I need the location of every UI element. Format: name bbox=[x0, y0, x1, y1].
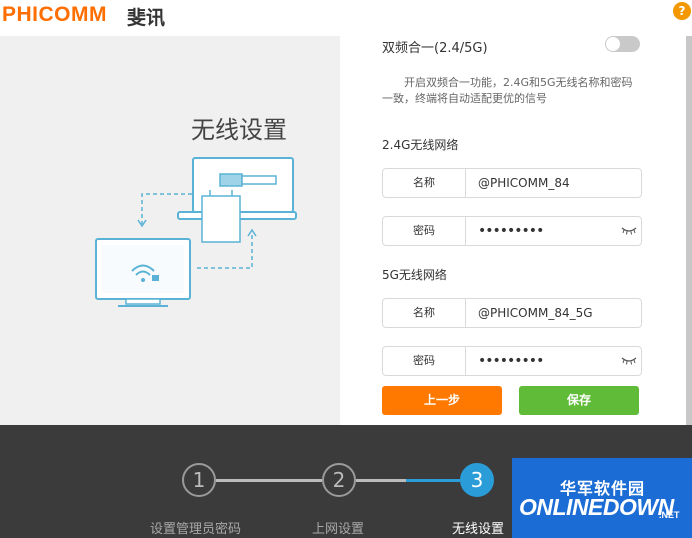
step-connector-2a bbox=[356, 479, 406, 482]
help-icon[interactable]: ? bbox=[673, 2, 691, 20]
scrollbar[interactable] bbox=[686, 36, 692, 425]
dual-band-toggle[interactable] bbox=[605, 36, 640, 52]
wireless-setup-illustration-icon bbox=[95, 157, 297, 307]
dual-band-description: 开启双频合一功能，2.4G和5G无线名称和密码一致，终端将自动适配更优的信号 bbox=[382, 76, 633, 105]
band5-ssid-label: 名称 bbox=[383, 299, 466, 327]
step-1-circle: 1 bbox=[182, 463, 216, 497]
step-connector-1 bbox=[216, 479, 322, 482]
onlinedown-watermark: 华军软件园 ONLINEDOWN .NET bbox=[512, 458, 692, 538]
save-button[interactable]: 保存 bbox=[519, 386, 639, 415]
step-2-label: 上网设置 bbox=[312, 522, 365, 537]
top-header: PHICOMM 斐讯 ? bbox=[0, 0, 692, 36]
band24-password-label: 密码 bbox=[383, 217, 466, 245]
watermark-en-text: ONLINEDOWN bbox=[519, 494, 674, 520]
watermark-net-text: .NET bbox=[659, 510, 680, 520]
prev-step-button[interactable]: 上一步 bbox=[382, 386, 502, 415]
band24-ssid-input[interactable]: @PHICOMM_84 bbox=[478, 169, 570, 197]
step-3-circle: 3 bbox=[460, 463, 494, 497]
show-password-icon[interactable] bbox=[621, 354, 637, 366]
phicomm-logo: PHICOMM bbox=[2, 3, 107, 26]
band5-ssid-input[interactable]: @PHICOMM_84_5G bbox=[478, 299, 593, 327]
toggle-knob bbox=[606, 37, 620, 51]
step-3-label: 无线设置 bbox=[452, 522, 505, 537]
dual-band-label: 双频合一(2.4/5G) bbox=[382, 41, 488, 56]
band5-password-label: 密码 bbox=[383, 347, 466, 375]
band5-password-field[interactable]: 密码 ••••••••• bbox=[382, 346, 642, 376]
step-1-label: 设置管理员密码 bbox=[150, 522, 242, 537]
show-password-icon[interactable] bbox=[621, 224, 637, 236]
band5-password-input[interactable]: ••••••••• bbox=[478, 347, 544, 375]
step-2-circle: 2 bbox=[322, 463, 356, 497]
band24-password-field[interactable]: 密码 ••••••••• bbox=[382, 216, 642, 246]
step-connector-2b bbox=[406, 479, 460, 482]
band5-section-label: 5G无线网络 bbox=[382, 268, 447, 282]
page-title: 无线设置 bbox=[191, 116, 287, 144]
band24-password-input[interactable]: ••••••••• bbox=[478, 217, 544, 245]
band24-ssid-label: 名称 bbox=[383, 169, 466, 197]
band5-ssid-field[interactable]: 名称 @PHICOMM_84_5G bbox=[382, 298, 642, 328]
band24-section-label: 2.4G无线网络 bbox=[382, 138, 459, 152]
phicomm-logo-cn: 斐讯 bbox=[127, 7, 166, 29]
band24-ssid-field[interactable]: 名称 @PHICOMM_84 bbox=[382, 168, 642, 198]
